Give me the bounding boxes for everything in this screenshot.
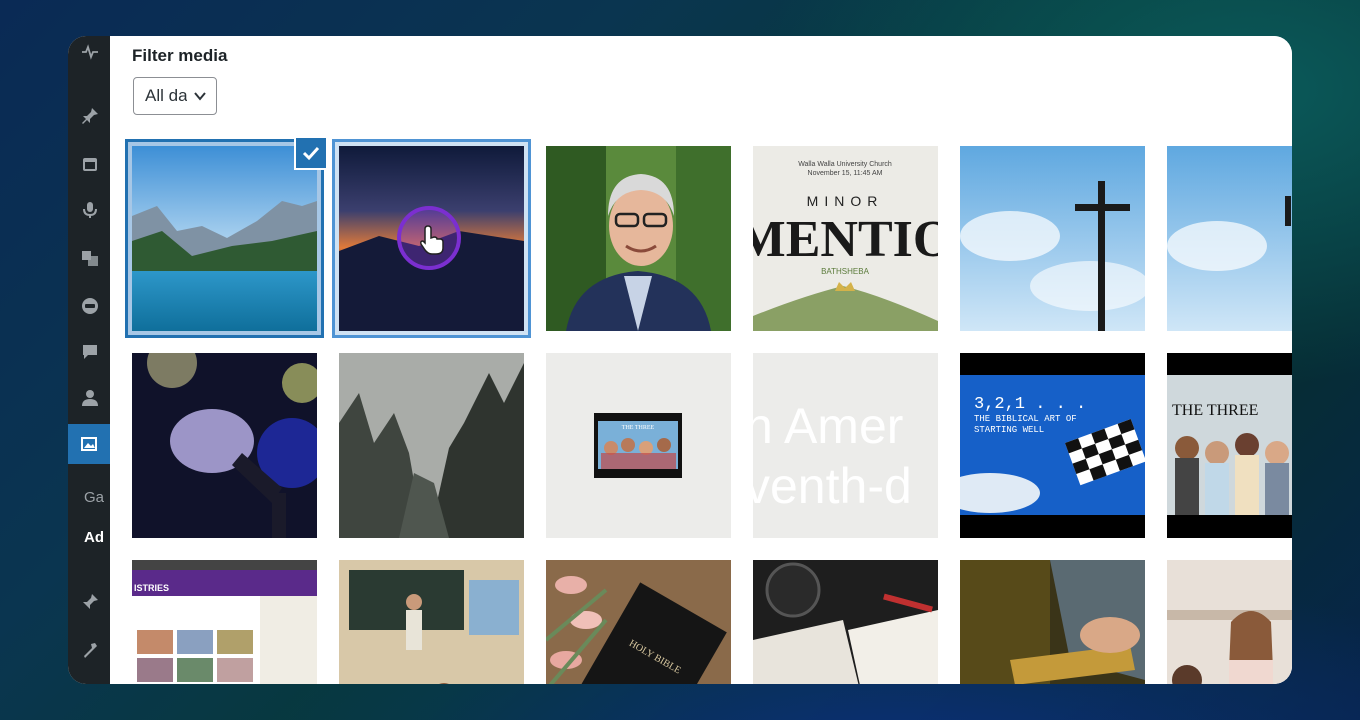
media-tile-cross-sky[interactable] [960, 146, 1145, 331]
wordpress-icon[interactable] [80, 42, 100, 62]
selected-checkmark[interactable] [294, 136, 328, 170]
media-tile-foggy-cliffs[interactable] [339, 353, 524, 538]
media-library-content: Filter media All dates [110, 36, 1292, 684]
tile-text-the-three-small: THE THREE [622, 425, 655, 431]
filter-media-heading: Filter media [132, 46, 228, 65]
menu-label-gallery[interactable]: Ga [84, 489, 104, 506]
comment-icon[interactable] [80, 342, 100, 362]
tile-text-minor: MINOR [807, 193, 884, 209]
hand-pointer-icon [420, 225, 444, 255]
media-modal-frame: Ga Ad Filter media All dates [68, 36, 1292, 684]
media-tile-ministries-site[interactable]: ISTRIES [132, 560, 317, 684]
calendar-icon[interactable] [80, 154, 100, 174]
pin-icon[interactable] [80, 106, 100, 126]
tile-text-faded-line2: venth-d [753, 458, 912, 514]
media-icon[interactable] [80, 248, 100, 268]
media-tile-sky-partial[interactable] [1167, 146, 1292, 331]
media-tile-biblical-art[interactable]: 3,2,1 . . . THE BIBLICAL ART OF STARTING… [960, 353, 1145, 538]
tools-icon[interactable] [80, 640, 100, 660]
media-tile-small-video-thumb[interactable]: THE THREE [546, 353, 731, 538]
media-tile-faded-text[interactable]: n Amer venth-d [753, 353, 938, 538]
media-tile-lake-mountains[interactable] [125, 139, 324, 338]
admin-sidebar: Ga Ad [68, 36, 110, 684]
check-icon [302, 146, 320, 161]
comments-circle-icon[interactable] [80, 296, 100, 316]
gallery-icon[interactable] [68, 424, 110, 464]
media-tile-minor-mentions[interactable]: Walla Walla University Church November 1… [753, 146, 938, 331]
media-tile-microphone[interactable] [132, 353, 317, 538]
menu-label-add[interactable]: Ad [84, 529, 104, 546]
tile-text-faded-line1: n Amer [753, 398, 903, 454]
tile-text-ministries: ISTRIES [134, 583, 169, 593]
microphone-icon[interactable] [80, 200, 100, 220]
chevron-down-icon [194, 92, 206, 101]
media-tile-girl-kitchen[interactable] [1167, 560, 1292, 684]
tile-text-date: November 15, 11:45 AM [808, 170, 883, 177]
media-tile-the-three-group[interactable]: THE THREE [1167, 353, 1292, 538]
tile-text-mentions: MENTIO [753, 211, 938, 268]
date-filter-value: All dates [145, 86, 187, 105]
media-tile-man-portrait[interactable] [546, 146, 731, 331]
media-tile-hands-bible[interactable] [960, 560, 1145, 684]
tile-text-the-three: THE THREE [1172, 402, 1258, 419]
media-tile-classroom[interactable] [339, 560, 524, 684]
tile-text-321: 3,2,1 . . . [974, 395, 1086, 414]
tile-text-starting-well: STARTING WELL [974, 425, 1044, 435]
tile-text-church: Walla Walla University Church [798, 161, 892, 168]
media-tile-coffee-bible[interactable] [753, 560, 938, 684]
plugins-icon[interactable] [80, 592, 100, 612]
tile-text-biblical-art: THE BIBLICAL ART OF [974, 414, 1077, 424]
user-icon[interactable] [80, 388, 100, 408]
tile-text-bathsheba: BATHSHEBA [821, 267, 870, 276]
date-filter-select[interactable]: All dates [133, 77, 217, 115]
media-tile-holy-bible-tulips[interactable]: HOLY BIBLE [546, 560, 731, 684]
